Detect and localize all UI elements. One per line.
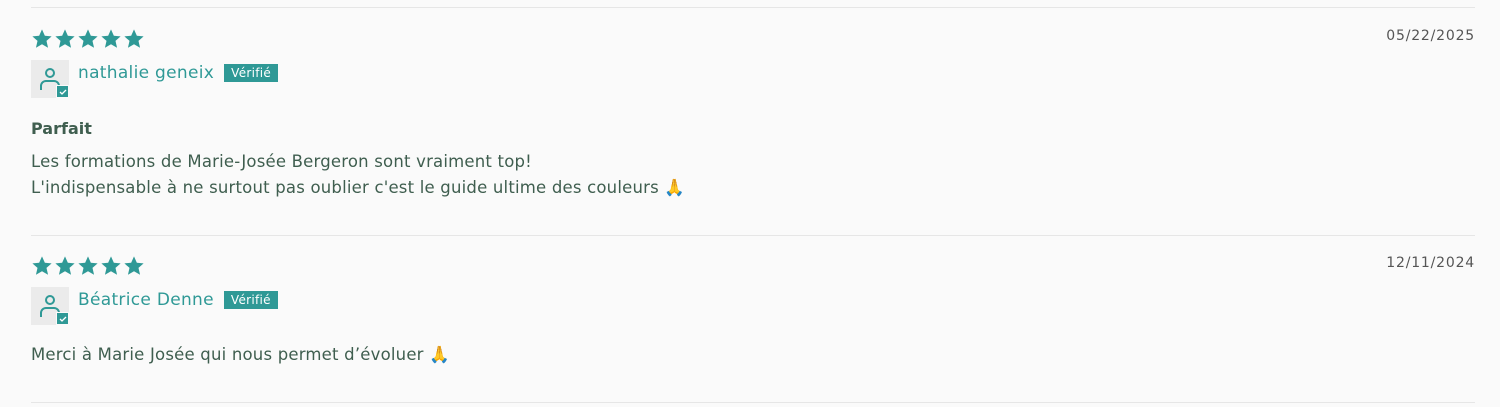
star-rating xyxy=(31,255,145,277)
star-icon xyxy=(55,256,75,275)
review-body-line: Merci à Marie Josée qui nous permet d’év… xyxy=(31,345,450,364)
star-icon xyxy=(124,29,144,48)
avatar xyxy=(31,60,69,98)
review-body: Les formations de Marie-Josée Bergeron s… xyxy=(31,149,685,201)
author-name: nathalie geneix xyxy=(78,63,215,83)
star-icon xyxy=(32,256,52,275)
divider-bottom xyxy=(31,402,1475,403)
verified-badge: Vérifié xyxy=(223,291,278,309)
review-body-line: Les formations de Marie-Josée Bergeron s… xyxy=(31,152,533,171)
review-title: Parfait xyxy=(31,119,92,138)
review-body: Merci à Marie Josée qui nous permet d’év… xyxy=(31,342,450,368)
star-icon xyxy=(32,29,52,48)
star-rating xyxy=(31,28,145,50)
verified-check-icon xyxy=(56,85,69,98)
star-icon xyxy=(55,29,75,48)
verified-check-icon xyxy=(56,312,69,325)
author-name: Béatrice Denne xyxy=(78,290,214,310)
star-icon xyxy=(124,256,144,275)
review-date: 05/22/2025 xyxy=(1386,28,1475,44)
star-icon xyxy=(78,29,98,48)
author-row: nathalie geneix Vérifié xyxy=(31,60,279,98)
verified-badge: Vérifié xyxy=(224,64,279,82)
star-icon xyxy=(78,256,98,275)
review-date: 12/11/2024 xyxy=(1386,255,1475,271)
divider xyxy=(31,235,1475,236)
review-body-line: L'indispensable à ne surtout pas oublier… xyxy=(31,178,686,197)
star-icon xyxy=(101,256,121,275)
avatar xyxy=(31,287,69,325)
author-row: Béatrice Denne Vérifié xyxy=(31,287,278,325)
divider-top xyxy=(31,7,1475,8)
star-icon xyxy=(101,29,121,48)
